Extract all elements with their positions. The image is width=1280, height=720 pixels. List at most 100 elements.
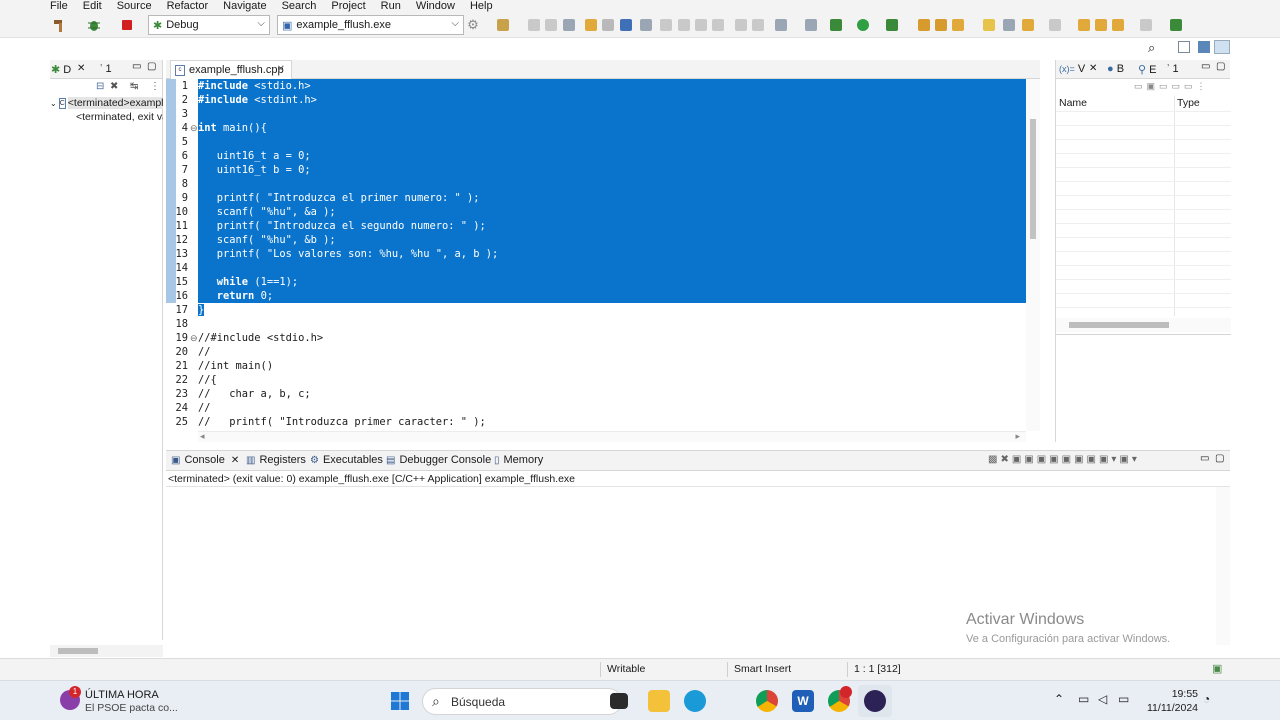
tab-project-explorer[interactable]: ʼ 1: [100, 63, 112, 75]
network-icon[interactable]: ▭: [1078, 692, 1089, 706]
task-view-icon[interactable]: [610, 693, 628, 709]
terminal-icon[interactable]: [563, 19, 575, 31]
code-line[interactable]: [198, 177, 1026, 191]
code-line[interactable]: //#include <stdio.h>: [198, 331, 1026, 345]
menu-item-run[interactable]: Run: [381, 0, 401, 12]
maximize-icon[interactable]: ▢: [1216, 61, 1225, 72]
code-line[interactable]: scanf( "%hu", &a );: [198, 205, 1026, 219]
code-line[interactable]: //: [198, 345, 1026, 359]
undo-icon[interactable]: [585, 19, 597, 31]
disconnect-icon[interactable]: [712, 19, 724, 31]
code-line[interactable]: //int main(): [198, 359, 1026, 373]
status-cursor-position[interactable]: 1 : 1 [312]: [854, 663, 901, 675]
tab-registers[interactable]: ▥ Registers: [246, 454, 306, 466]
code-line[interactable]: return 0;: [198, 289, 1026, 303]
battery-icon[interactable]: ▭: [1118, 692, 1129, 706]
navigate-forward-icon[interactable]: [1140, 19, 1152, 31]
expand-icon[interactable]: ⌄: [50, 99, 57, 108]
debug-bug-icon[interactable]: [84, 15, 104, 35]
variables-horizontal-scrollbar[interactable]: [1056, 318, 1231, 332]
debug-view-icon[interactable]: [620, 19, 632, 31]
close-icon[interactable]: ✕: [277, 64, 285, 75]
left-horizontal-scrollbar[interactable]: [50, 645, 163, 657]
clock-time[interactable]: 19:55: [1160, 688, 1198, 700]
pin-editor-icon[interactable]: [1170, 19, 1182, 31]
code-line[interactable]: [198, 135, 1026, 149]
notification-bell-icon[interactable]: ◔: [1203, 692, 1210, 706]
menu-item-file[interactable]: File: [50, 0, 68, 12]
launch-config-select[interactable]: ▣ example_fflush.exe ⌵: [277, 15, 464, 35]
next-annotation-icon[interactable]: [1022, 19, 1034, 31]
code-line[interactable]: printf( "Los valores son: %hu, %hu ", a,…: [198, 247, 1026, 261]
editor-vertical-scroll-thumb[interactable]: [1030, 119, 1036, 239]
tab-expressions[interactable]: ⚲ E: [1138, 63, 1156, 76]
code-line[interactable]: uint16_t b = 0;: [198, 163, 1026, 177]
tab-debug[interactable]: ✱ D: [51, 63, 71, 76]
volume-icon[interactable]: ◁: [1098, 692, 1107, 706]
code-line[interactable]: #include <stdio.h>: [198, 79, 1026, 93]
windows-start-icon[interactable]: [390, 691, 410, 711]
console-toolbar-icons[interactable]: ▩✖▣▣▣▣▣▣▣▣▾▣▾: [988, 454, 1140, 465]
instruction-step-icon[interactable]: [805, 19, 817, 31]
taskbar-search-input[interactable]: ⌕ Búsqueda: [422, 688, 622, 715]
column-name-header[interactable]: Name: [1059, 97, 1087, 109]
run-icon[interactable]: [857, 19, 869, 31]
word-icon[interactable]: W: [792, 690, 814, 712]
build-hammer-icon[interactable]: [50, 15, 70, 35]
terminate-icon[interactable]: [695, 19, 707, 31]
code-line[interactable]: [198, 107, 1026, 121]
tree-item-launch[interactable]: ⌄ C <terminated>example_fflush.exe: [50, 96, 163, 110]
stop-icon[interactable]: [117, 15, 137, 35]
console-vertical-scrollbar[interactable]: [1216, 487, 1230, 645]
minimize-icon[interactable]: ▭: [132, 61, 141, 72]
debug-perspective-icon[interactable]: [1214, 40, 1230, 54]
toolbar-icons[interactable]: ▭▣▭▭▭⋮: [1134, 81, 1210, 92]
menu-item-navigate[interactable]: Navigate: [223, 0, 266, 12]
toggle-mark-icon[interactable]: [1003, 19, 1015, 31]
tab-outline[interactable]: ʼ 1: [1167, 63, 1179, 75]
close-icon[interactable]: ✕: [77, 63, 85, 74]
scroll-left-icon[interactable]: ◂: [200, 431, 205, 442]
news-subtitle[interactable]: El PSOE pacta co...: [85, 702, 178, 714]
close-icon[interactable]: ✕: [1089, 63, 1097, 74]
tab-memory[interactable]: ▯ Memory: [494, 454, 543, 466]
new-file-icon[interactable]: [497, 19, 509, 31]
cpp-perspective-icon[interactable]: [1198, 41, 1210, 53]
back-icon[interactable]: [1078, 19, 1090, 31]
code-line[interactable]: }: [198, 303, 1026, 317]
step-return-icon[interactable]: [775, 19, 787, 31]
chevron-up-icon[interactable]: ⌃: [1054, 692, 1064, 706]
resume-icon[interactable]: [660, 19, 672, 31]
view-menu-icon[interactable]: ⋮: [150, 81, 160, 92]
minimize-icon[interactable]: ▭: [1201, 61, 1210, 72]
variables-scroll-thumb[interactable]: [1069, 322, 1169, 328]
clock-date[interactable]: 11/11/2024: [1144, 702, 1198, 714]
open-perspective-icon[interactable]: [1178, 41, 1190, 53]
prev-annotation-icon[interactable]: [1049, 19, 1061, 31]
tab-console[interactable]: ▣ Console ✕: [171, 454, 239, 466]
eclipse-icon[interactable]: [864, 690, 886, 712]
menu-item-search[interactable]: Search: [282, 0, 317, 12]
editor-vertical-scrollbar[interactable]: [1026, 79, 1040, 431]
code-line[interactable]: [198, 261, 1026, 275]
code-line[interactable]: while (1==1);: [198, 275, 1026, 289]
remove-terminated-icon[interactable]: ✖: [110, 81, 118, 92]
code-line[interactable]: //{: [198, 373, 1026, 387]
file-explorer-icon[interactable]: [648, 690, 670, 712]
suspend-icon[interactable]: [678, 19, 690, 31]
scroll-right-icon[interactable]: ▸: [1015, 431, 1020, 442]
code-line[interactable]: printf( "Introduzca el primer numero: " …: [198, 191, 1026, 205]
skip-breakpoints-icon[interactable]: [640, 19, 652, 31]
code-line[interactable]: printf( "Introduzca el segundo numero: "…: [198, 219, 1026, 233]
menu-item-window[interactable]: Window: [416, 0, 455, 12]
step-over-icon[interactable]: [752, 19, 764, 31]
editor-horizontal-scrollbar[interactable]: ◂ ▸: [198, 431, 1026, 442]
menu-item-source[interactable]: Source: [117, 0, 152, 12]
status-insert-mode[interactable]: Smart Insert: [734, 663, 791, 675]
launch-mode-select[interactable]: ✱ Debug ⌵: [148, 15, 270, 35]
code-line[interactable]: #include <stdint.h>: [198, 93, 1026, 107]
edge-icon[interactable]: [684, 690, 706, 712]
news-headline[interactable]: ÚLTIMA HORA: [85, 689, 159, 701]
save-all-icon[interactable]: [545, 19, 557, 31]
forward-icon[interactable]: [1095, 19, 1107, 31]
